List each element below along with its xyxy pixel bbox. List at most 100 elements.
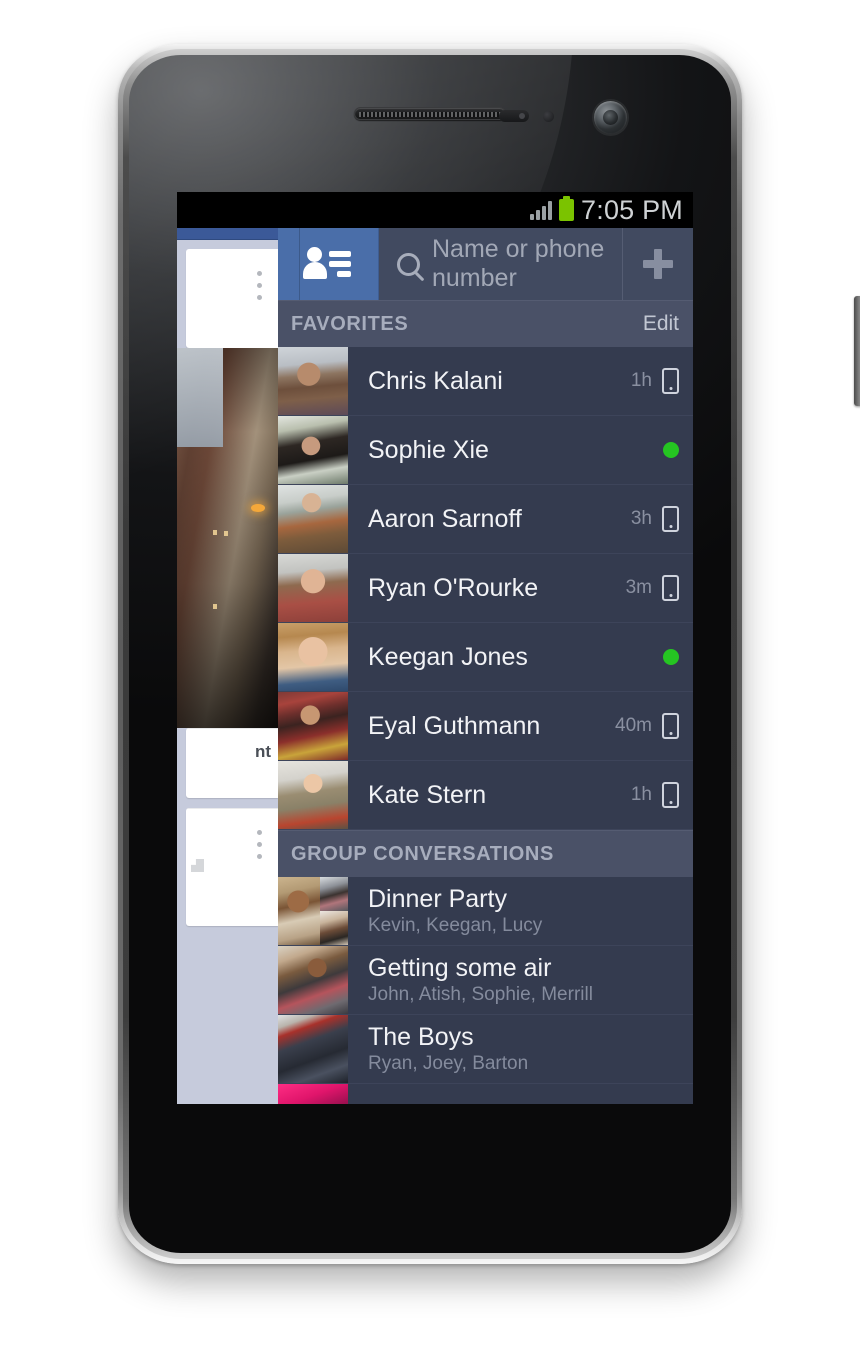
- earpiece-speaker-icon: [354, 107, 506, 120]
- last-active-time: 3h: [630, 508, 652, 529]
- avatar: [278, 416, 348, 484]
- group-row-main: The Boys Ryan, Joey, Barton: [348, 1015, 693, 1083]
- group-title: Dinner Party: [368, 885, 507, 913]
- contacts-list-icon: [303, 247, 351, 281]
- contact-row[interactable]: Chris Kalani 1h: [278, 347, 693, 416]
- contact-row[interactable]: Ryan O'Rourke 3m: [278, 554, 693, 623]
- like-thumb-icon: [191, 859, 204, 872]
- screen-content: nt Name or phone number FAVORITES Edit C…: [177, 228, 693, 1104]
- contact-meta: 40m: [615, 713, 679, 739]
- contact-meta: 1h: [631, 782, 679, 808]
- contact-name: Sophie Xie: [368, 435, 489, 464]
- light-sensor-icon: [543, 111, 554, 122]
- photo-window: [224, 531, 228, 536]
- photo-window: [213, 604, 217, 609]
- messenger-drawer: Name or phone number FAVORITES Edit Chri…: [278, 228, 693, 1104]
- feed-photo-street[interactable]: [177, 348, 278, 728]
- mobile-icon: [662, 713, 679, 739]
- contact-row[interactable]: Kate Stern 1h: [278, 761, 693, 830]
- group-avatar-collage: [278, 946, 348, 1014]
- contact-meta: [653, 442, 679, 458]
- search-header: Name or phone number: [278, 228, 693, 300]
- group-title: Getting some air: [368, 954, 552, 982]
- group-row[interactable]: Dinner Party Kevin, Keegan, Lucy: [278, 877, 693, 946]
- last-active-time: 1h: [630, 370, 652, 391]
- group-row[interactable]: Getting some air John, Atish, Sophie, Me…: [278, 946, 693, 1015]
- group-members: Ryan, Joey, Barton: [368, 1053, 529, 1074]
- mobile-icon: [662, 575, 679, 601]
- contact-row-main: Keegan Jones: [348, 623, 693, 691]
- section-header-group-conversations: GROUP CONVERSATIONS: [278, 830, 693, 877]
- section-header-favorites: FAVORITES Edit: [278, 300, 693, 347]
- group-avatar-collage: [278, 1084, 348, 1104]
- contact-row-main: Eyal Guthmann 40m: [348, 692, 693, 760]
- feed-comment-button[interactable]: nt: [186, 728, 278, 774]
- search-icon: [397, 252, 420, 276]
- avatar-column: [320, 877, 348, 945]
- group-row-main: Getting some air John, Atish, Sophie, Me…: [348, 946, 693, 1014]
- edit-favorites-button[interactable]: Edit: [643, 312, 679, 336]
- background-feed-panel[interactable]: nt: [177, 228, 278, 1104]
- avatar: [320, 877, 348, 911]
- group-members: Kevin, Keegan, Lucy: [368, 915, 543, 936]
- search-input[interactable]: Name or phone number: [379, 228, 623, 300]
- feed-card-3-footer: [186, 808, 278, 880]
- contact-name: Chris Kalani: [368, 366, 503, 395]
- feed-card-3[interactable]: [186, 808, 278, 926]
- plus-icon: [643, 249, 673, 279]
- group-row-main: Dinner Party Kevin, Keegan, Lucy: [348, 877, 693, 945]
- online-dot-icon: [663, 442, 679, 458]
- contact-meta: 1h: [631, 368, 679, 394]
- section-title: FAVORITES: [291, 312, 409, 335]
- contact-row[interactable]: Keegan Jones: [278, 623, 693, 692]
- contact-name: Kate Stern: [368, 780, 487, 809]
- proximity-sensor-icon: [499, 110, 529, 122]
- avatar: [320, 911, 348, 945]
- mobile-icon: [662, 782, 679, 808]
- phone-screen: 7:05 PM nt Name or phone number FAVORITE…: [177, 192, 693, 1104]
- photo-streetlamp: [251, 504, 265, 512]
- feed-top-bar: [177, 228, 278, 240]
- last-active-time: 1h: [630, 784, 652, 805]
- power-button[interactable]: [854, 296, 860, 406]
- contacts-button[interactable]: [278, 228, 379, 300]
- photo-sky: [177, 348, 224, 447]
- group-avatar-collage: [278, 877, 348, 945]
- contact-name: Ryan O'Rourke: [368, 573, 539, 602]
- contact-meta: 3h: [631, 506, 679, 532]
- feed-card-1[interactable]: [186, 249, 278, 348]
- avatar: [278, 554, 348, 622]
- contact-row-main: Kate Stern 1h: [348, 761, 693, 829]
- contact-row[interactable]: Sophie Xie: [278, 416, 693, 485]
- group-row[interactable]: The Boys Ryan, Joey, Barton: [278, 1015, 693, 1084]
- contact-meta: [653, 649, 679, 665]
- group-title: The Boys: [368, 1023, 474, 1051]
- contact-row[interactable]: Aaron Sarnoff 3h: [278, 485, 693, 554]
- status-clock: 7:05 PM: [581, 194, 683, 225]
- front-camera-icon: [594, 101, 627, 134]
- feed-card-2[interactable]: nt: [186, 728, 278, 798]
- overflow-menu-icon[interactable]: [257, 271, 262, 307]
- battery-full-icon: [559, 196, 575, 221]
- contact-row-main: Ryan O'Rourke 3m: [348, 554, 693, 622]
- section-title: GROUP CONVERSATIONS: [291, 842, 554, 865]
- contact-row[interactable]: Eyal Guthmann 40m: [278, 692, 693, 761]
- status-bar: 7:05 PM: [177, 192, 693, 228]
- contact-name: Eyal Guthmann: [368, 711, 541, 740]
- mobile-icon: [662, 368, 679, 394]
- group-row[interactable]: [278, 1084, 693, 1104]
- last-active-time: 3m: [625, 577, 652, 598]
- avatar: [278, 692, 348, 760]
- avatar: [278, 877, 320, 945]
- avatar: [278, 347, 348, 415]
- avatar: [278, 623, 348, 691]
- contact-name: Aaron Sarnoff: [368, 504, 522, 533]
- group-avatar-collage: [278, 1015, 348, 1083]
- group-row-main: [348, 1084, 693, 1104]
- signal-bars-icon: [530, 200, 553, 220]
- last-active-time: 40m: [615, 715, 652, 736]
- contact-row-main: Sophie Xie: [348, 416, 693, 484]
- contact-row-main: Aaron Sarnoff 3h: [348, 485, 693, 553]
- add-contact-button[interactable]: [623, 228, 693, 300]
- contact-row-main: Chris Kalani 1h: [348, 347, 693, 415]
